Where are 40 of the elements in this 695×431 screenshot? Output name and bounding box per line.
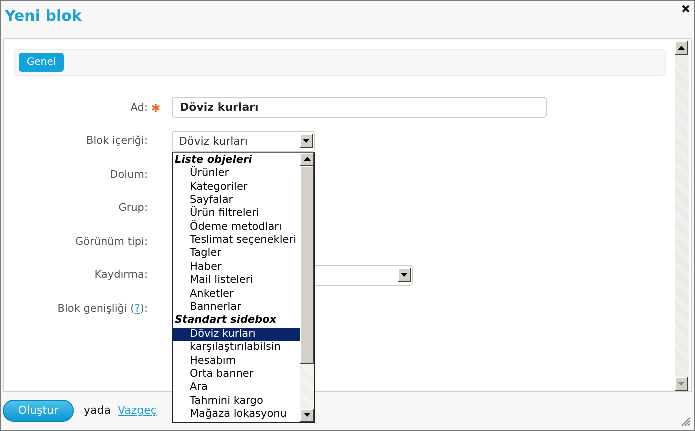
scroll-thumb[interactable] — [300, 166, 314, 364]
dropdown-option[interactable]: Ürünler — [173, 167, 300, 181]
dropdown-option[interactable]: Bannerlar — [173, 301, 300, 314]
scroll-up-icon[interactable] — [675, 41, 688, 55]
select-field[interactable]: Döviz kurları — [172, 130, 315, 152]
dropdown-option[interactable]: Hesabım — [173, 354, 300, 368]
dropdown-option[interactable]: Teslimat seçenekleri — [173, 234, 300, 248]
field-label: Görünüm tipi: — [74, 236, 148, 248]
field-label: Blok içeriği: — [86, 135, 148, 148]
scrollbar[interactable] — [300, 152, 314, 422]
dropdown-option[interactable]: Tahmini kargo — [173, 394, 300, 408]
option-group-label: Standart sidebox — [174, 314, 278, 328]
dropdown-option[interactable]: Ürün filtreleri — [173, 207, 300, 221]
dropdown-option[interactable]: Ara — [173, 381, 300, 395]
field-label: Kaydırma: — [94, 269, 148, 282]
scroll-down-icon[interactable] — [300, 408, 314, 422]
scroll-up-icon[interactable] — [300, 152, 314, 166]
dropdown-option[interactable]: Orta banner — [173, 368, 300, 382]
dropdown-option[interactable]: Döviz kurları — [173, 328, 300, 342]
dropdown-option[interactable]: Mail listeleri — [173, 274, 300, 288]
dropdown-option[interactable]: Ödeme metodları — [173, 220, 300, 234]
close-icon[interactable] — [682, 5, 690, 13]
field-label: Blok genişliği (?): — [56, 302, 148, 315]
dropdown-option[interactable]: Anketler — [173, 288, 300, 302]
separator-text: yada — [84, 404, 111, 417]
input-field[interactable]: Döviz kurları — [172, 97, 547, 118]
dropdown-option[interactable]: karşılaştırılabilsin — [173, 341, 300, 355]
option-group-label: Liste objeleri — [174, 154, 254, 166]
scrollbar[interactable] — [675, 41, 689, 391]
dropdown-option[interactable]: Tagler — [173, 247, 300, 261]
dialog-title: Yeni blok — [5, 7, 82, 25]
resize-grip-icon[interactable] — [681, 417, 691, 427]
dropdown-option[interactable]: Kategoriler — [173, 180, 300, 194]
dropdown-option[interactable]: Mağaza lokasyonu — [173, 408, 300, 422]
dropdown-option[interactable]: Haber — [173, 260, 300, 274]
field-label: Grup: — [118, 202, 148, 214]
dropdown-option[interactable]: Sayfalar — [173, 194, 300, 208]
field-label: Ad: — [130, 102, 148, 114]
scroll-down-icon[interactable] — [675, 377, 688, 391]
field-label: Dolum: — [109, 168, 148, 181]
